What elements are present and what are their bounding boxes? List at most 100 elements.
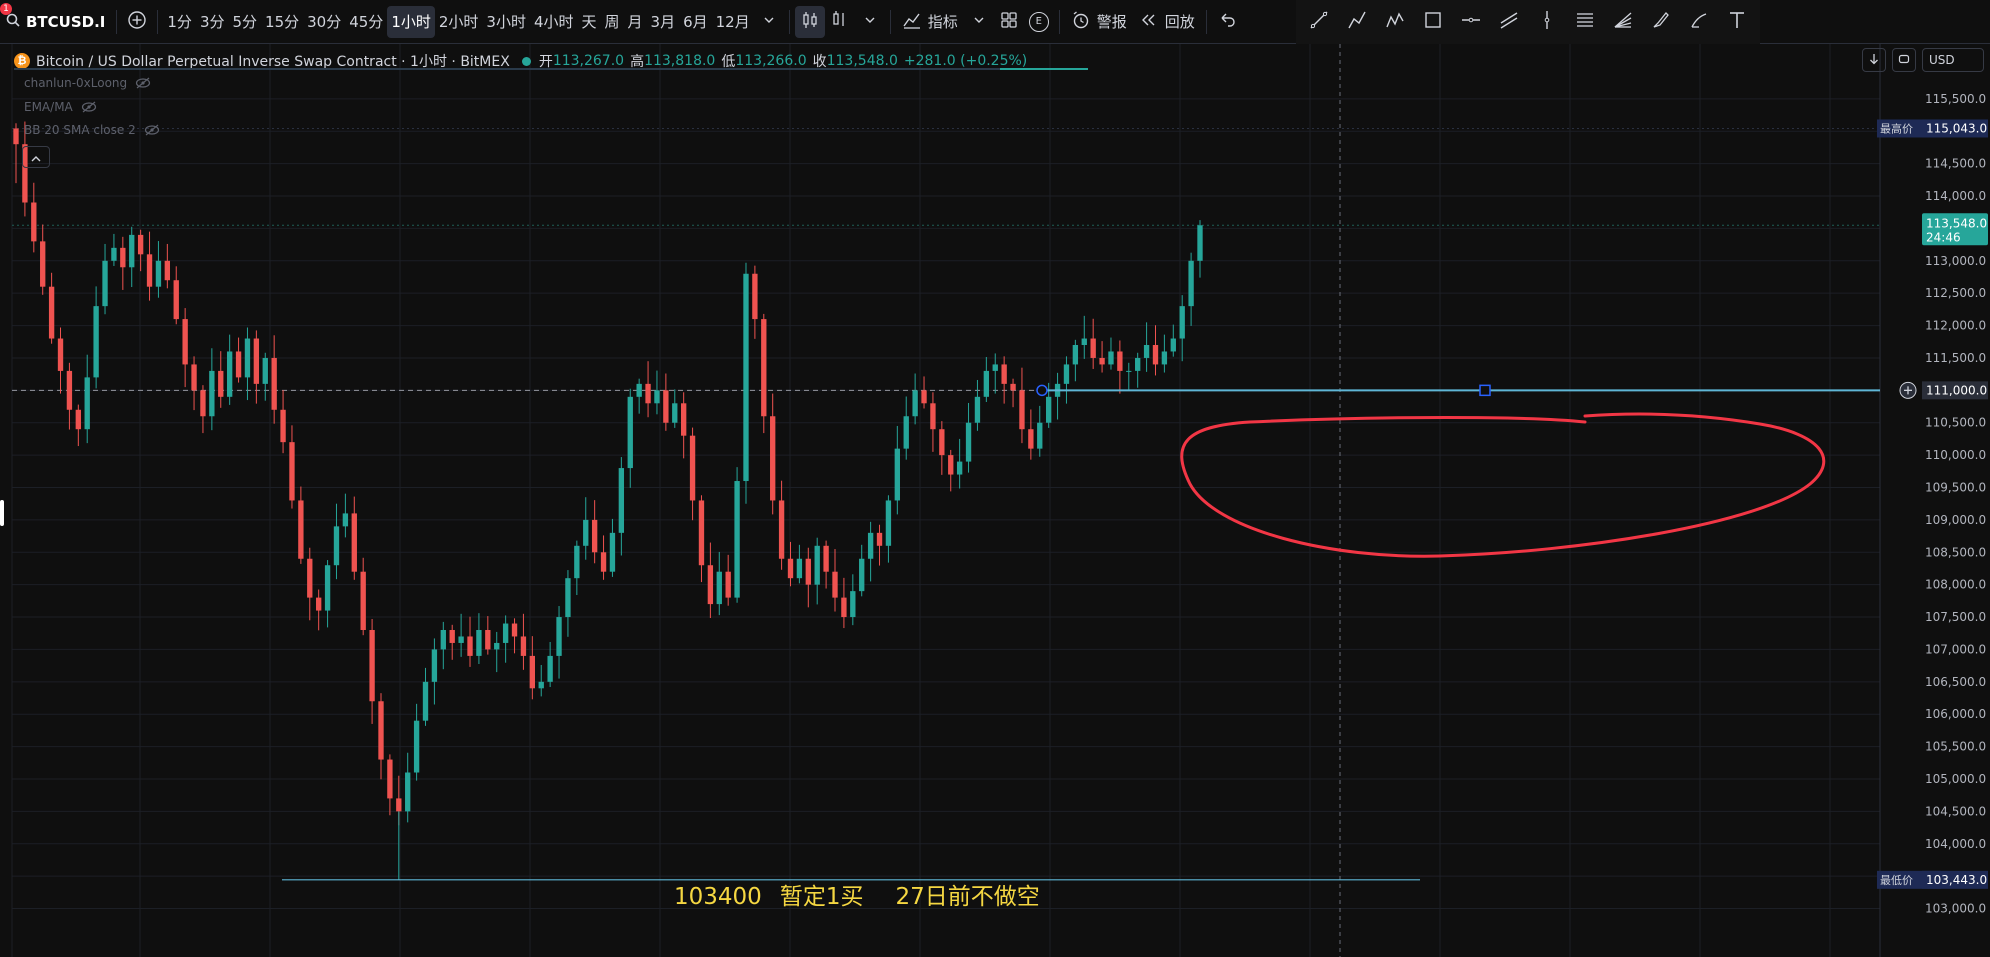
candle-body <box>226 351 233 397</box>
timeframe-button[interactable]: 5分 <box>228 6 261 38</box>
eye-hidden-icon[interactable] <box>81 101 97 113</box>
scroll-to-bottom-button[interactable] <box>1862 48 1886 72</box>
legend-change-value: +281.0 (+0.25%) <box>903 53 1028 69</box>
indicator-row-2[interactable]: BB 20 SMA close 2 <box>24 123 160 137</box>
indicator-row-1[interactable]: EMA/MA <box>24 100 97 114</box>
chart-text-annotation[interactable]: 103400 暂定1买 27日前不做空 <box>674 877 1058 911</box>
candle-body <box>253 338 260 384</box>
candle-body <box>48 286 55 339</box>
currency-select[interactable]: USD <box>1922 48 1984 72</box>
zigzag-pattern-icon <box>1384 9 1406 35</box>
candle-body <box>476 630 482 656</box>
rewind-icon <box>1139 10 1159 34</box>
candle-body <box>511 623 518 637</box>
pattern-tool[interactable] <box>1376 6 1414 38</box>
timeframe-button[interactable]: 30分 <box>303 6 345 38</box>
candle-body <box>778 500 785 559</box>
brush-tool[interactable] <box>1642 6 1680 38</box>
timeframe-button[interactable]: 1分 <box>163 6 196 38</box>
price-axis-tick: 112,000.0 <box>1925 319 1986 333</box>
fib-retracement-tool[interactable] <box>1566 6 1604 38</box>
candle-body <box>903 416 909 449</box>
auto-scale-button[interactable] <box>1892 48 1916 72</box>
price-axis-tick: 108,000.0 <box>1925 578 1986 592</box>
price-axis-tick: 110,000.0 <box>1925 448 1986 462</box>
undo-button[interactable] <box>1212 6 1242 38</box>
chart-canvas[interactable]: 115,500.0115,000.0114,500.0114,000.0113,… <box>0 44 1990 957</box>
timeframe-button[interactable]: 天 <box>578 6 601 38</box>
drawing-anchor-handle[interactable] <box>1036 384 1048 397</box>
candle-body <box>316 597 322 611</box>
fib-fan-tool[interactable] <box>1604 6 1642 38</box>
parallel-channel-tool[interactable] <box>1490 6 1528 38</box>
candle-body <box>538 681 544 689</box>
timeframe-button[interactable]: 月 <box>624 6 647 38</box>
left-panel-handle[interactable] <box>0 500 4 526</box>
polyline-tool[interactable] <box>1338 6 1376 38</box>
indicator-name: chanlun-0xLoong <box>24 76 128 90</box>
candle-body <box>859 558 865 592</box>
undo-icon <box>1216 9 1238 35</box>
eye-hidden-icon[interactable] <box>144 124 160 136</box>
timeframe-dropdown-button[interactable] <box>754 6 784 38</box>
horizontal-ray-tool[interactable] <box>1452 6 1490 38</box>
candle-body <box>680 403 687 436</box>
candles-chart-type-button[interactable] <box>794 5 825 38</box>
indicators-label: 指标 <box>927 13 958 31</box>
candle-body <box>1179 306 1185 339</box>
timeframe-button[interactable]: 1小时 <box>387 5 435 38</box>
timeframe-button[interactable]: 3分 <box>196 6 229 38</box>
collapse-legend-button[interactable] <box>22 146 50 168</box>
low-price-tag-value: 103,443.0 <box>1926 873 1987 887</box>
candle-body <box>743 273 749 482</box>
timeframe-button[interactable]: 周 <box>601 6 624 38</box>
candle-body <box>1072 345 1079 365</box>
alert-button[interactable]: 警报 <box>1065 6 1133 38</box>
candle-body <box>405 772 411 812</box>
symbol-search-button[interactable]: BTCUSD.I <box>0 6 111 38</box>
layout-button[interactable] <box>994 6 1024 38</box>
price-axis-tick: 114,500.0 <box>1925 157 1986 171</box>
candle-body <box>502 623 509 643</box>
divider <box>889 9 891 34</box>
candle-body <box>307 558 313 598</box>
highlighter-tool[interactable] <box>1680 6 1718 38</box>
timeframe-button[interactable]: 12月 <box>712 6 754 38</box>
rectangle-tool[interactable] <box>1414 6 1452 38</box>
candle-body <box>1001 364 1007 384</box>
high-price-tag-value: 115,043.0 <box>1926 121 1987 135</box>
timeframe-button[interactable]: 45分 <box>345 6 387 38</box>
timeframe-button[interactable]: 3月 <box>647 6 680 38</box>
text-tool[interactable] <box>1718 6 1756 38</box>
hand-drawn-ellipse[interactable] <box>1180 412 1826 558</box>
compare-add-button[interactable] <box>122 6 152 38</box>
candle-body <box>885 500 892 546</box>
indicator-row-0[interactable]: chanlun-0xLoong <box>24 76 151 90</box>
timeframe-button[interactable]: 4小时 <box>530 6 578 38</box>
vertical-line-tool[interactable] <box>1528 6 1566 38</box>
candle-body <box>850 591 856 618</box>
bars-chart-type-button[interactable] <box>825 6 855 38</box>
candle-body <box>218 370 224 397</box>
trend-line-tool[interactable] <box>1300 6 1338 38</box>
candle-body <box>1197 225 1203 261</box>
indicators-button[interactable]: 指标 <box>896 6 964 38</box>
drawing-midpoint-handle[interactable] <box>1479 384 1491 397</box>
timeframe-button[interactable]: 2小时 <box>435 6 483 38</box>
candle-body <box>636 383 642 397</box>
candle-body <box>574 545 580 579</box>
chart-type-dropdown-button[interactable] <box>855 6 885 38</box>
candle-body <box>102 260 108 307</box>
timeframe-button[interactable]: 15分 <box>261 6 303 38</box>
price-axis-tick: 103,000.0 <box>1925 902 1986 916</box>
highlighter-icon <box>1688 9 1710 35</box>
timeframe-button[interactable]: 6月 <box>679 6 712 38</box>
timeframe-group: 1分 3分 5分 15分 30分 45分 1小时 2小时 3小时 4小时天周月 3月 6月 12月 <box>163 5 754 38</box>
candle-body <box>894 448 900 501</box>
replay-button[interactable]: 回放 <box>1133 6 1201 38</box>
timeframe-button[interactable]: 3小时 <box>482 6 530 38</box>
polyline-icon <box>1346 9 1368 35</box>
indicators-dropdown-button[interactable] <box>964 6 994 38</box>
e-button[interactable]: E <box>1024 6 1054 38</box>
eye-hidden-icon[interactable] <box>135 77 151 89</box>
